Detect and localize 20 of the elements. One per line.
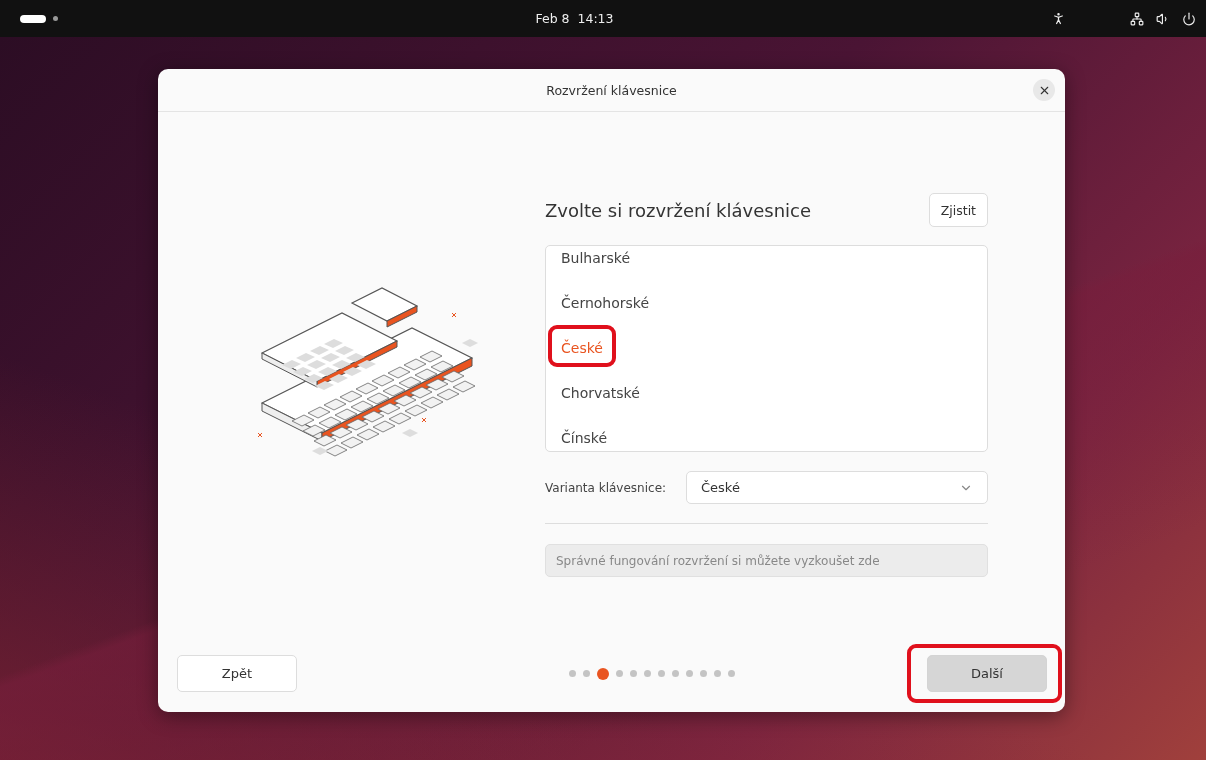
detect-button[interactable]: Zjistit [928, 193, 988, 227]
dialog-title: Rozvržení klávesnice [546, 82, 677, 98]
next-button[interactable]: Další [927, 655, 1047, 692]
test-input-field[interactable]: Správné fungování rozvržení si můžete vyzkoušet zde [545, 544, 988, 577]
network-icon[interactable] [1130, 11, 1144, 26]
variant-label: Varianta klávesnice: [545, 480, 668, 495]
layout-item[interactable]: Bulharské [561, 249, 631, 266]
workspace-dot[interactable] [53, 16, 58, 21]
workspace-indicator[interactable] [20, 14, 46, 23]
power-icon[interactable] [1182, 11, 1196, 26]
variant-dropdown[interactable]: České [686, 471, 988, 504]
clock[interactable]: Feb 8 14:13 [98, 11, 1051, 26]
layout-item[interactable]: Černohorské [561, 294, 650, 311]
layout-item[interactable]: České [561, 339, 603, 356]
page-heading: Zvolte si rozvržení klávesnice [545, 199, 812, 221]
close-button[interactable] [1033, 79, 1055, 101]
layout-item[interactable]: Čínské [561, 429, 608, 446]
accessibility-icon[interactable] [1051, 11, 1066, 26]
layout-item[interactable]: Chorvatské [561, 384, 640, 401]
back-button[interactable]: Zpět [177, 655, 297, 692]
